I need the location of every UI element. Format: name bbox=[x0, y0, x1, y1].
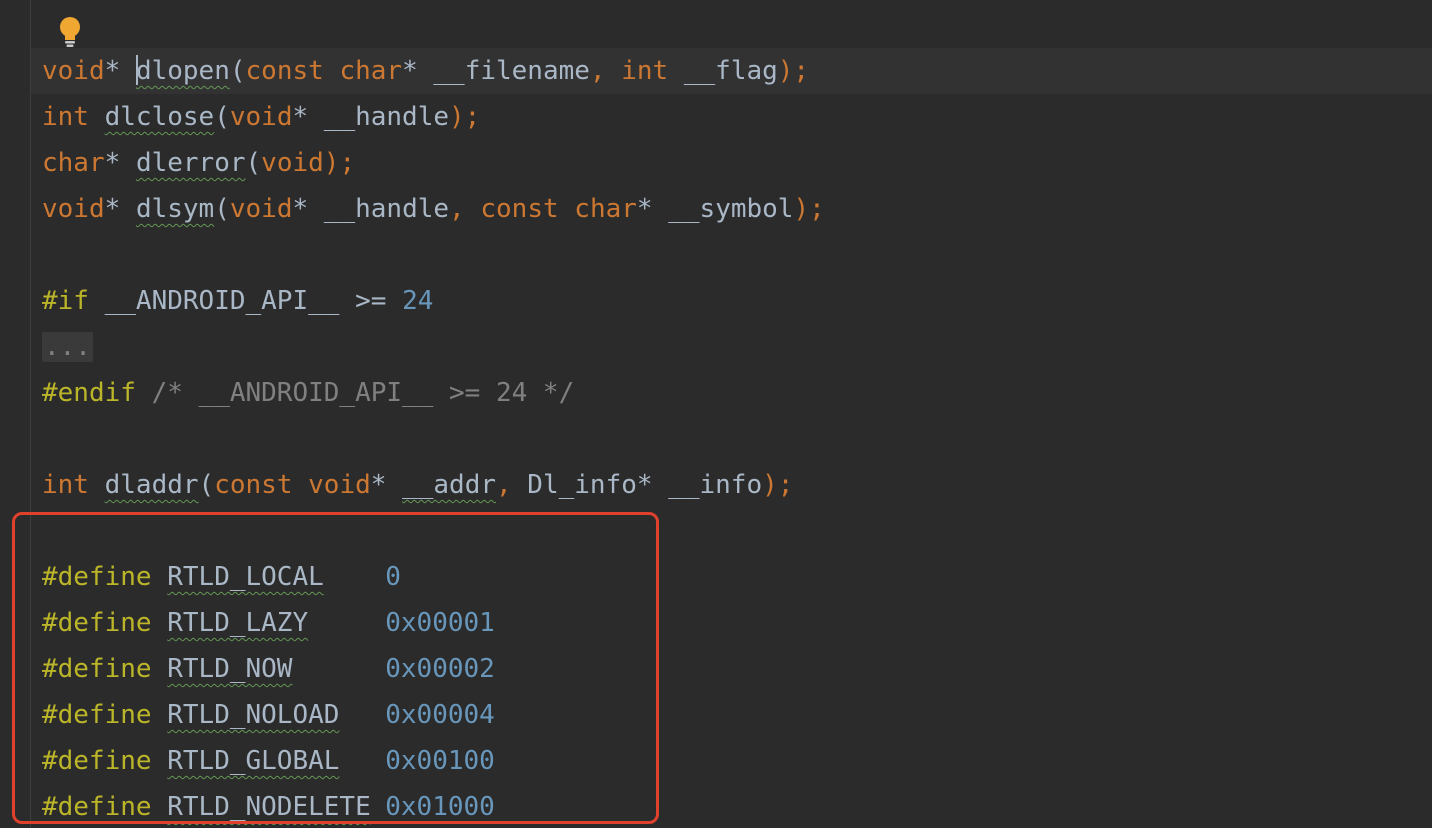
param: * bbox=[370, 470, 403, 500]
type-keyword: void bbox=[42, 56, 105, 86]
close-paren: ); bbox=[777, 56, 810, 86]
paren: ( bbox=[198, 470, 215, 500]
paren: ( bbox=[245, 148, 262, 178]
pointer-star: * bbox=[104, 194, 121, 224]
param-addr: __addr bbox=[402, 470, 496, 500]
pointer-star: * bbox=[104, 56, 121, 86]
code-line-define[interactable]: #define RTLD_LAZY 0x00001 bbox=[42, 600, 495, 646]
param: * __filename bbox=[402, 56, 590, 86]
gutter-divider bbox=[30, 0, 31, 828]
code-line-define[interactable]: #define RTLD_GLOBAL 0x00100 bbox=[42, 738, 495, 784]
macro-name: RTLD_NOLOAD bbox=[167, 700, 340, 730]
comma: , bbox=[449, 194, 465, 224]
preprocessor-directive: #if bbox=[42, 286, 89, 316]
number-literal: 0x00100 bbox=[385, 746, 495, 776]
char-keyword: char bbox=[574, 194, 637, 224]
macro-name: RTLD_NOW bbox=[167, 654, 293, 684]
pointer-star: * bbox=[104, 148, 121, 178]
void-keyword: void bbox=[229, 194, 293, 224]
number-literal: 24 bbox=[402, 286, 434, 316]
char-keyword: char bbox=[339, 56, 403, 86]
param: __flag bbox=[668, 56, 778, 86]
macro-name: RTLD_GLOBAL bbox=[167, 746, 340, 776]
macro-name: __ANDROID_API__ bbox=[104, 286, 340, 316]
code-line-if[interactable]: #if __ANDROID_API__ >= 24 bbox=[42, 278, 433, 324]
code-line-define[interactable]: #define RTLD_NODELETE 0x01000 bbox=[42, 784, 495, 828]
folded-region[interactable]: ... bbox=[42, 332, 93, 362]
code-line-dlsym[interactable]: void* dlsym(void* __handle, const char* … bbox=[42, 186, 825, 232]
function-name[interactable]: dlerror bbox=[136, 148, 246, 178]
preprocessor-directive: #define bbox=[42, 608, 152, 638]
code-line-dlclose[interactable]: int dlclose(void* __handle); bbox=[42, 94, 480, 140]
const-keyword: const bbox=[480, 194, 559, 224]
macro-name: RTLD_LAZY bbox=[167, 608, 309, 638]
function-name[interactable]: dlopen bbox=[136, 56, 230, 86]
comma: , bbox=[589, 56, 606, 86]
close-paren: ); bbox=[793, 194, 825, 224]
code-line-define[interactable]: #define RTLD_NOW 0x00002 bbox=[42, 646, 495, 692]
void-keyword: void bbox=[42, 194, 105, 224]
code-line-define[interactable]: #define RTLD_LOCAL 0 bbox=[42, 554, 401, 600]
number-literal: 0x00002 bbox=[385, 654, 495, 684]
number-literal: 0x01000 bbox=[385, 792, 495, 822]
close-paren: ); bbox=[449, 102, 481, 132]
int-keyword: int bbox=[42, 102, 89, 132]
char-keyword: char bbox=[42, 148, 105, 178]
macro-name: RTLD_NODELETE bbox=[167, 792, 371, 822]
function-name[interactable]: dlsym bbox=[136, 194, 214, 224]
code-editor[interactable]: void* dlopen(const char* __filename, int… bbox=[0, 0, 1432, 828]
number-literal: 0x00001 bbox=[385, 608, 495, 638]
paren: ( bbox=[229, 56, 246, 86]
code-line-folded[interactable]: ... bbox=[42, 324, 93, 370]
operator: >= bbox=[339, 286, 403, 316]
comment: /* __ANDROID_API__ >= 24 */ bbox=[151, 378, 575, 408]
number-literal: 0x00004 bbox=[385, 700, 495, 730]
function-name[interactable]: dlclose bbox=[105, 102, 215, 132]
close-paren: ); bbox=[762, 470, 794, 500]
preprocessor-directive: #define bbox=[42, 562, 152, 592]
preprocessor-directive: #endif bbox=[42, 378, 136, 408]
number-literal: 0 bbox=[385, 562, 401, 592]
function-name[interactable]: dladdr bbox=[105, 470, 199, 500]
int-keyword: int bbox=[42, 470, 89, 500]
param: * __handle bbox=[292, 102, 450, 132]
close-paren: ); bbox=[323, 148, 356, 178]
macro-name: RTLD_LOCAL bbox=[167, 562, 324, 592]
code-line-endif[interactable]: #endif /* __ANDROID_API__ >= 24 */ bbox=[42, 370, 574, 416]
paren: ( bbox=[214, 194, 230, 224]
preprocessor-directive: #define bbox=[42, 700, 152, 730]
param: * __symbol bbox=[636, 194, 794, 224]
const-keyword: const bbox=[245, 56, 324, 86]
void-keyword: void bbox=[308, 470, 371, 500]
comma: , bbox=[496, 470, 512, 500]
int-keyword: int bbox=[621, 56, 669, 86]
param: Dl_info* __info bbox=[511, 470, 763, 500]
code-line-dlerror[interactable]: char* dlerror(void); bbox=[42, 140, 355, 186]
code-line-dlopen[interactable]: void* dlopen(const char* __filename, int… bbox=[42, 48, 809, 94]
param: * __handle bbox=[292, 194, 450, 224]
preprocessor-directive: #define bbox=[42, 746, 152, 776]
void-keyword: void bbox=[229, 102, 293, 132]
lightbulb-icon[interactable] bbox=[58, 16, 82, 48]
preprocessor-directive: #define bbox=[42, 792, 152, 822]
preprocessor-directive: #define bbox=[42, 654, 152, 684]
code-line-define[interactable]: #define RTLD_NOLOAD 0x00004 bbox=[42, 692, 495, 738]
code-line-dladdr[interactable]: int dladdr(const void* __addr, Dl_info* … bbox=[42, 462, 793, 508]
void-keyword: void bbox=[261, 148, 324, 178]
const-keyword: const bbox=[214, 470, 293, 500]
paren: ( bbox=[214, 102, 230, 132]
